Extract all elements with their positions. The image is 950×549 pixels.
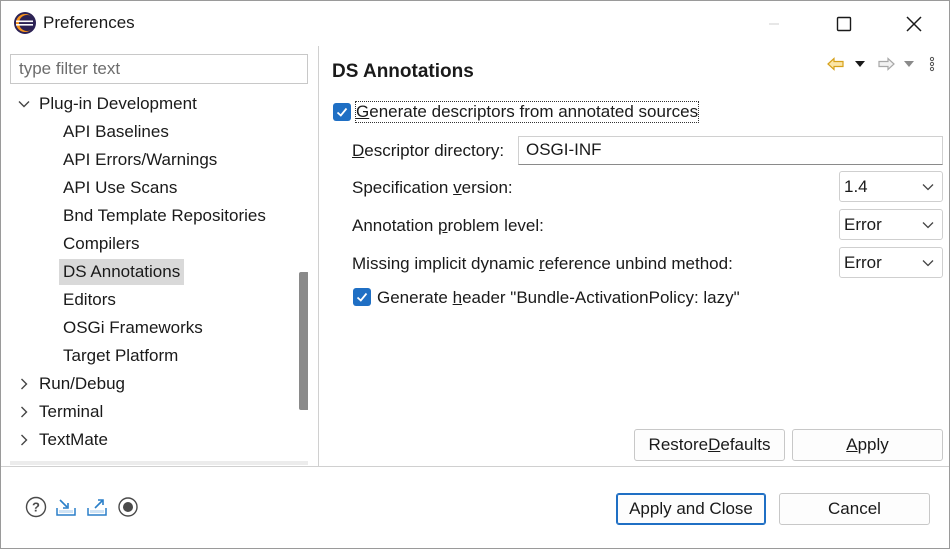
annotation-problem-level-label: Annotation problem level: bbox=[352, 216, 544, 236]
missing-unbind-method-label: Missing implicit dynamic reference unbin… bbox=[352, 254, 733, 274]
tree-item-ds-annotations[interactable]: DS Annotations bbox=[59, 259, 185, 285]
tree-item-api-use-scans[interactable]: API Use Scans bbox=[63, 175, 177, 201]
tree-item-run-debug[interactable]: Run/Debug bbox=[39, 371, 125, 397]
specification-version-select[interactable]: 1.4 bbox=[839, 171, 943, 202]
checkmark-icon bbox=[336, 107, 348, 117]
help-icon[interactable]: ? bbox=[25, 496, 47, 518]
button-text: pply bbox=[857, 435, 889, 454]
generate-descriptors-checkbox[interactable] bbox=[333, 103, 351, 121]
chevron-right-icon[interactable] bbox=[17, 433, 31, 447]
mnemonic: h bbox=[452, 288, 463, 307]
annotation-problem-level-select[interactable]: Error bbox=[839, 209, 943, 240]
descriptor-directory-input[interactable]: OSGI-INF bbox=[518, 136, 943, 165]
tree-item-plugin-development[interactable]: Plug-in Development bbox=[39, 91, 197, 117]
missing-unbind-method-select[interactable]: Error bbox=[839, 247, 943, 278]
mnemonic: A bbox=[846, 435, 858, 454]
apply-button[interactable]: Apply bbox=[792, 429, 943, 461]
label-text: eader "Bundle-ActivationPolicy: lazy" bbox=[462, 288, 740, 307]
footer-divider bbox=[1, 466, 949, 467]
minimize-icon bbox=[769, 23, 779, 24]
label-text: eference unbind method: bbox=[544, 254, 733, 273]
cancel-button[interactable]: Cancel bbox=[779, 493, 930, 525]
label-text: Specification bbox=[352, 178, 454, 197]
mnemonic: D bbox=[708, 435, 721, 454]
label-text: Annotation bbox=[352, 216, 439, 235]
tree-item-api-baselines[interactable]: API Baselines bbox=[63, 119, 169, 145]
close-icon bbox=[906, 15, 922, 32]
export-icon[interactable] bbox=[86, 496, 108, 518]
select-value: 1.4 bbox=[844, 177, 868, 196]
tree-item-target-platform[interactable]: Target Platform bbox=[63, 343, 178, 369]
mnemonic: G bbox=[356, 102, 370, 121]
tree-scrollbar-thumb[interactable] bbox=[299, 272, 308, 410]
tree-item-api-errors-warnings[interactable]: API Errors/Warnings bbox=[63, 147, 217, 173]
maximize-icon bbox=[836, 16, 852, 31]
svg-text:?: ? bbox=[32, 500, 40, 515]
restore-defaults-button[interactable]: Restore Defaults bbox=[634, 429, 785, 461]
tree-item-terminal[interactable]: Terminal bbox=[39, 399, 103, 425]
record-icon[interactable] bbox=[117, 496, 139, 518]
checkmark-icon bbox=[356, 292, 368, 302]
maximize-button[interactable] bbox=[809, 1, 879, 46]
forward-arrow-icon[interactable] bbox=[877, 53, 895, 75]
tree-item-osgi-frameworks[interactable]: OSGi Frameworks bbox=[63, 315, 203, 341]
label-text: Missing implicit dynamic bbox=[352, 254, 540, 273]
mnemonic: D bbox=[352, 141, 365, 160]
chevron-down-icon bbox=[922, 184, 934, 191]
label-text: ersion: bbox=[461, 178, 513, 197]
chevron-down-icon bbox=[922, 222, 934, 229]
tree-item-bnd-template-repositories[interactable]: Bnd Template Repositories bbox=[63, 203, 266, 229]
generate-header-checkbox[interactable] bbox=[353, 288, 371, 306]
label-text: roblem level: bbox=[447, 216, 544, 235]
minimize-button[interactable] bbox=[739, 1, 809, 46]
button-text: efaults bbox=[720, 435, 771, 454]
chevron-down-icon[interactable] bbox=[17, 97, 31, 111]
mnemonic: v bbox=[453, 178, 462, 197]
tree-horizontal-scrollbar[interactable] bbox=[10, 461, 308, 465]
apply-and-close-button[interactable]: Apply and Close bbox=[616, 493, 766, 525]
generate-descriptors-label[interactable]: Generate descriptors from annotated sour… bbox=[354, 101, 700, 123]
close-button[interactable] bbox=[879, 1, 949, 46]
view-menu-icon[interactable] bbox=[927, 53, 937, 75]
eclipse-logo-icon bbox=[14, 12, 36, 34]
select-value: Error bbox=[844, 253, 882, 272]
forward-menu-dropdown-icon[interactable] bbox=[902, 53, 916, 75]
label-text: enerate descriptors from annotated sourc… bbox=[369, 102, 699, 121]
back-arrow-icon[interactable] bbox=[827, 53, 845, 75]
label-text: escriptor directory: bbox=[364, 141, 505, 160]
chevron-down-icon bbox=[922, 260, 934, 267]
tree-item-compilers[interactable]: Compilers bbox=[63, 231, 140, 257]
filter-input[interactable]: type filter text bbox=[10, 54, 308, 84]
button-text: Restore bbox=[648, 435, 709, 454]
chevron-right-icon[interactable] bbox=[17, 377, 31, 391]
preference-tree: Plug-in Development API Baselines API Er… bbox=[10, 89, 308, 465]
tree-item-editors[interactable]: Editors bbox=[63, 287, 116, 313]
title-bar: Preferences bbox=[1, 1, 949, 46]
chevron-right-icon[interactable] bbox=[17, 405, 31, 419]
descriptor-directory-label: Descriptor directory: bbox=[352, 141, 504, 161]
preferences-window: Preferences type filter text Plug-in Dev… bbox=[0, 0, 950, 549]
tree-item-textmate[interactable]: TextMate bbox=[39, 427, 108, 453]
pane-divider[interactable] bbox=[318, 46, 319, 466]
page-navigation bbox=[827, 53, 945, 75]
window-title: Preferences bbox=[43, 13, 135, 32]
page-title: DS Annotations bbox=[332, 61, 474, 82]
select-value: Error bbox=[844, 215, 882, 234]
back-menu-dropdown-icon[interactable] bbox=[853, 53, 867, 75]
generate-header-label[interactable]: Generate header "Bundle-ActivationPolicy… bbox=[377, 288, 740, 308]
specification-version-label: Specification version: bbox=[352, 178, 513, 198]
label-text: Generate bbox=[377, 288, 453, 307]
import-icon[interactable] bbox=[55, 496, 77, 518]
